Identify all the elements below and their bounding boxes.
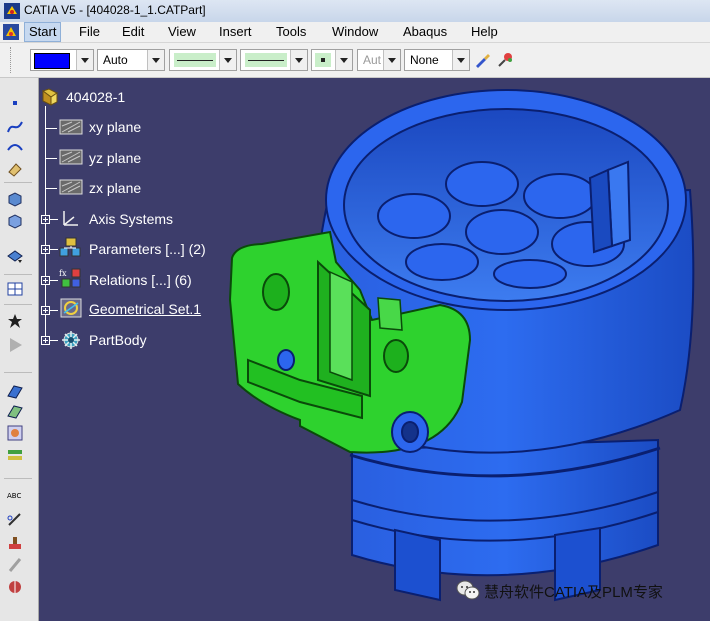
color-combo[interactable] [30, 49, 94, 71]
cube-icon[interactable] [6, 190, 24, 208]
texture-icon[interactable] [6, 424, 24, 442]
axis-system-icon[interactable] [58, 207, 84, 229]
transparency-value: Auto [103, 53, 128, 67]
menu-window[interactable]: Window [332, 24, 378, 40]
tree-node-axis-systems[interactable]: Axis Systems [89, 211, 173, 227]
tree-node-relations[interactable]: Relations [...] (6) [89, 272, 192, 288]
menu-insert[interactable]: Insert [219, 24, 252, 40]
menu-start[interactable]: Start [24, 22, 62, 42]
part-design-icon[interactable] [6, 246, 24, 264]
line-type-combo[interactable] [240, 49, 308, 71]
catia-logo-icon [4, 3, 20, 19]
eraser-icon[interactable] [6, 160, 24, 178]
tree-node-yz-plane[interactable]: yz plane [89, 150, 141, 166]
chevron-down-icon[interactable] [290, 50, 307, 70]
plane-icon[interactable] [58, 146, 84, 168]
transparency-combo[interactable]: Auto [97, 49, 165, 71]
measure-icon[interactable] [6, 556, 24, 574]
color-swatch [34, 53, 70, 69]
partbody-icon[interactable] [58, 329, 84, 351]
chevron-down-icon[interactable] [383, 50, 400, 70]
chevron-down-icon[interactable] [452, 50, 469, 70]
menu-edit[interactable]: Edit [122, 24, 144, 40]
tree-expander[interactable] [41, 306, 50, 315]
svg-text:ABC: ABC [7, 492, 21, 500]
tree-node-geometrical-set[interactable]: Geometrical Set.1 [89, 301, 201, 317]
3d-viewport[interactable]: 404028-1 xy plane yz plane zx plane Axis… [39, 78, 710, 621]
tree-node-xy-plane[interactable]: xy plane [89, 119, 141, 135]
layer-auto-value: Aut [363, 53, 382, 67]
left-toolbar: ABC [0, 78, 39, 621]
layer-value: None [410, 53, 439, 67]
tree-expander[interactable] [41, 276, 50, 285]
tree-root-label[interactable]: 404028-1 [66, 89, 125, 105]
tree-expander[interactable] [41, 215, 50, 224]
format-painter-icon[interactable] [496, 51, 514, 69]
abc-icon[interactable]: ABC [6, 486, 24, 504]
menu-bar: Start File Edit View Insert Tools Window… [0, 22, 710, 43]
layers-icon[interactable] [6, 446, 24, 464]
star-icon[interactable] [6, 312, 24, 330]
part-root-icon[interactable] [39, 87, 61, 109]
menu-tools[interactable]: Tools [276, 24, 306, 40]
play-icon[interactable] [6, 336, 24, 354]
tree-expander[interactable] [41, 245, 50, 254]
lower-cylinder [349, 438, 661, 602]
svg-text:fx: fx [59, 269, 67, 278]
tool-icon[interactable] [6, 578, 24, 596]
window-title: CATIA V5 - [404028-1_1.CATPart] [24, 3, 206, 17]
chevron-down-icon[interactable] [147, 50, 164, 70]
plane-icon[interactable] [58, 116, 84, 138]
menu-view[interactable]: View [168, 24, 196, 40]
stamp-icon[interactable] [6, 534, 24, 552]
tree-node-zx-plane[interactable]: zx plane [89, 180, 141, 196]
point-symbol-combo[interactable] [311, 49, 353, 71]
properties-toolbar: Auto Aut None [0, 43, 710, 78]
watermark-text: 慧舟软件CATIA及PLM专家 [484, 584, 663, 601]
tree-node-partbody[interactable]: PartBody [89, 332, 147, 348]
layer-auto-combo[interactable]: Aut [357, 49, 401, 71]
painter-icon[interactable] [474, 51, 492, 69]
wechat-icon [456, 580, 480, 600]
title-bar: CATIA V5 - [404028-1_1.CATPart] [0, 0, 710, 23]
arc-icon[interactable] [6, 138, 24, 156]
chevron-down-icon[interactable] [76, 50, 93, 70]
wireframe-icon[interactable] [6, 402, 24, 420]
relations-icon[interactable]: fx [58, 267, 84, 289]
layer-combo[interactable]: None [404, 49, 470, 71]
point-icon[interactable] [6, 94, 24, 112]
menu-file[interactable]: File [79, 24, 100, 40]
tree-node-parameters[interactable]: Parameters [...] (2) [89, 241, 206, 257]
pen-icon[interactable] [6, 510, 24, 528]
tree-expander[interactable] [41, 336, 50, 345]
document-icon[interactable] [2, 23, 20, 41]
chevron-down-icon[interactable] [335, 50, 352, 70]
menu-abaqus[interactable]: Abaqus [403, 24, 447, 40]
plane-icon[interactable] [58, 176, 84, 198]
chevron-down-icon[interactable] [219, 50, 236, 70]
menu-help[interactable]: Help [471, 24, 498, 40]
surface-icon[interactable] [6, 382, 24, 400]
grid-icon[interactable] [6, 280, 24, 298]
line-thickness-combo[interactable] [169, 49, 237, 71]
spline-icon[interactable] [6, 118, 24, 136]
toolbar-grip[interactable] [10, 47, 14, 73]
parameters-icon[interactable] [58, 236, 84, 258]
cube-plus-icon[interactable] [6, 212, 24, 230]
geometrical-set-icon[interactable] [58, 297, 84, 319]
